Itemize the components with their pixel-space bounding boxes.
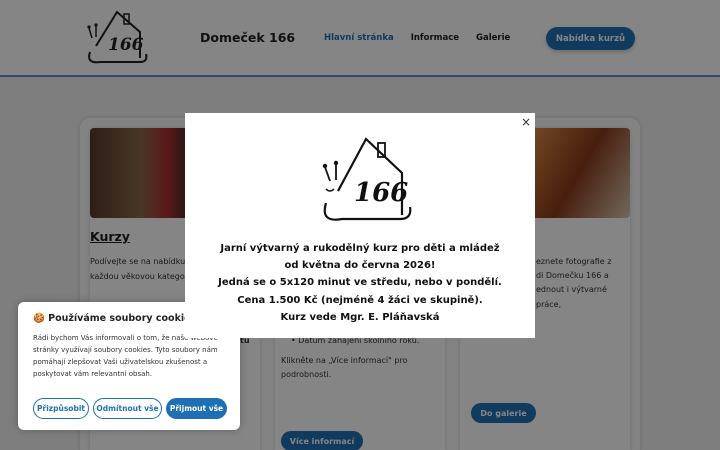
announcement-modal: × 166 Jarní výtvarný a rukodělný kurz pr… <box>185 113 535 338</box>
cookie-preferences-button[interactable]: Přizpůsobit <box>33 398 89 419</box>
cookie-text: Rádi bychom Vás informovali o tom, že na… <box>33 334 218 378</box>
announcement-line: od května do června 2026! <box>284 260 436 272</box>
announcement-line: Jedná se o 5x120 minut ve středu, nebo v… <box>218 277 502 289</box>
cookie-reject-button[interactable]: Odmítnout vše <box>93 398 162 419</box>
svg-text:166: 166 <box>354 178 408 208</box>
close-icon[interactable]: × <box>521 115 531 129</box>
announcement-line: Kurz vede Mgr. E. Pláňavská <box>280 311 440 323</box>
snail-house-logo-icon: 166 <box>322 137 412 221</box>
cookie-accept-button[interactable]: Přijmout vše <box>166 398 227 419</box>
cookie-title: 🍪 Používáme soubory cookies <box>33 313 197 324</box>
announcement-line: Jarní výtvarný a rukodělný kurz pro děti… <box>220 243 500 254</box>
announcement-text: Jarní výtvarný a rukodělný kurz pro děti… <box>185 240 535 326</box>
announcement-line: Cena 1.500 Kč (nejméně 4 žáci ve skupině… <box>237 294 483 306</box>
